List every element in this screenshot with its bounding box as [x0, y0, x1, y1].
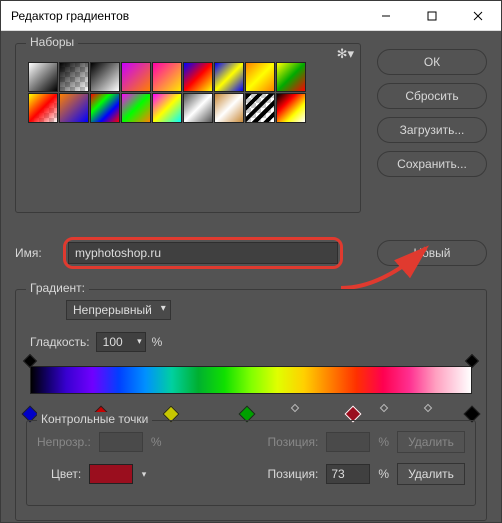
swatch[interactable]: [152, 93, 182, 123]
maximize-icon: [427, 11, 437, 21]
load-button[interactable]: Загрузить...: [377, 117, 487, 143]
name-row: Имя: Новый: [15, 237, 487, 269]
minimize-button[interactable]: [363, 1, 409, 31]
swatch[interactable]: [245, 62, 275, 92]
gradient-type-row: Непрерывный: [66, 300, 476, 320]
delete-color-stop-button[interactable]: Удалить: [397, 463, 465, 485]
swatch[interactable]: [90, 62, 120, 92]
swatch[interactable]: [152, 62, 182, 92]
swatch[interactable]: [121, 62, 151, 92]
minimize-icon: [381, 11, 391, 21]
maximize-button[interactable]: [409, 1, 455, 31]
percent-label: %: [152, 335, 163, 349]
gradient-bar-wrap: [30, 366, 472, 394]
gradient-panel-label: Градиент:: [26, 281, 89, 295]
name-input[interactable]: [68, 242, 338, 264]
opacity-input: [99, 432, 143, 452]
color-position-label: Позиция:: [268, 467, 319, 481]
name-label: Имя:: [15, 246, 55, 260]
close-button[interactable]: [455, 1, 501, 31]
gradient-type-select[interactable]: Непрерывный: [66, 300, 171, 320]
new-button[interactable]: Новый: [377, 240, 487, 266]
titlebar: Редактор градиентов: [1, 1, 501, 31]
preset-swatches: [24, 58, 324, 127]
smoothness-label: Гладкость:: [30, 335, 90, 349]
swatch[interactable]: [28, 93, 58, 123]
color-chip[interactable]: ▾: [89, 464, 133, 484]
swatch[interactable]: [276, 93, 306, 123]
midpoint[interactable]: [291, 404, 299, 412]
presets-label: Наборы: [26, 35, 78, 49]
gear-icon[interactable]: ✻▾: [337, 46, 354, 62]
swatch[interactable]: [183, 62, 213, 92]
opacity-label: Непрозр.:: [37, 435, 91, 449]
side-buttons: ОК Сбросить Загрузить... Сохранить...: [377, 43, 487, 213]
percent-label: %: [151, 435, 162, 449]
delete-opacity-stop-button: Удалить: [397, 431, 465, 453]
swatch[interactable]: [214, 62, 244, 92]
percent-label: %: [378, 467, 389, 481]
midpoint[interactable]: [424, 404, 432, 412]
color-position-input[interactable]: [326, 464, 370, 484]
smoothness-input[interactable]: 100▾: [96, 332, 146, 352]
swatch[interactable]: [121, 93, 151, 123]
close-icon: [473, 11, 483, 21]
swatch[interactable]: [214, 93, 244, 123]
gradient-editor-window: Редактор градиентов Наборы ✻▾: [0, 0, 502, 523]
swatch[interactable]: [59, 62, 89, 92]
swatch[interactable]: [276, 62, 306, 92]
color-label: Цвет:: [51, 467, 81, 481]
ok-button[interactable]: ОК: [377, 49, 487, 75]
midpoint[interactable]: [379, 404, 387, 412]
opacity-position-input: [326, 432, 370, 452]
swatch[interactable]: [59, 93, 89, 123]
save-button[interactable]: Сохранить...: [377, 151, 487, 177]
reset-button[interactable]: Сбросить: [377, 83, 487, 109]
stops-panel: Контрольные точки Непрозр.: % Позиция: %…: [26, 420, 476, 506]
window-controls: [363, 1, 501, 31]
stops-panel-label: Контрольные точки: [37, 412, 152, 426]
swatch[interactable]: [183, 93, 213, 123]
window-title: Редактор градиентов: [11, 9, 129, 23]
swatch[interactable]: [28, 62, 58, 92]
swatch[interactable]: [245, 93, 275, 123]
dialog-body: Наборы ✻▾: [1, 31, 501, 522]
smoothness-row: Гладкость: 100▾ %: [30, 332, 476, 352]
name-input-highlight: [63, 237, 343, 269]
gradient-bar[interactable]: [30, 366, 472, 394]
color-stop-row: Цвет: ▾ Позиция: % Удалить: [37, 463, 465, 485]
opacity-position-label: Позиция:: [268, 435, 319, 449]
swatch[interactable]: [90, 93, 120, 123]
percent-label: %: [378, 435, 389, 449]
gradient-panel: Градиент: Непрерывный Гладкость: 100▾ %: [15, 289, 487, 521]
top-row: Наборы ✻▾: [15, 43, 487, 213]
presets-panel: Наборы ✻▾: [15, 43, 361, 213]
opacity-stop-row: Непрозр.: % Позиция: % Удалить: [37, 431, 465, 453]
